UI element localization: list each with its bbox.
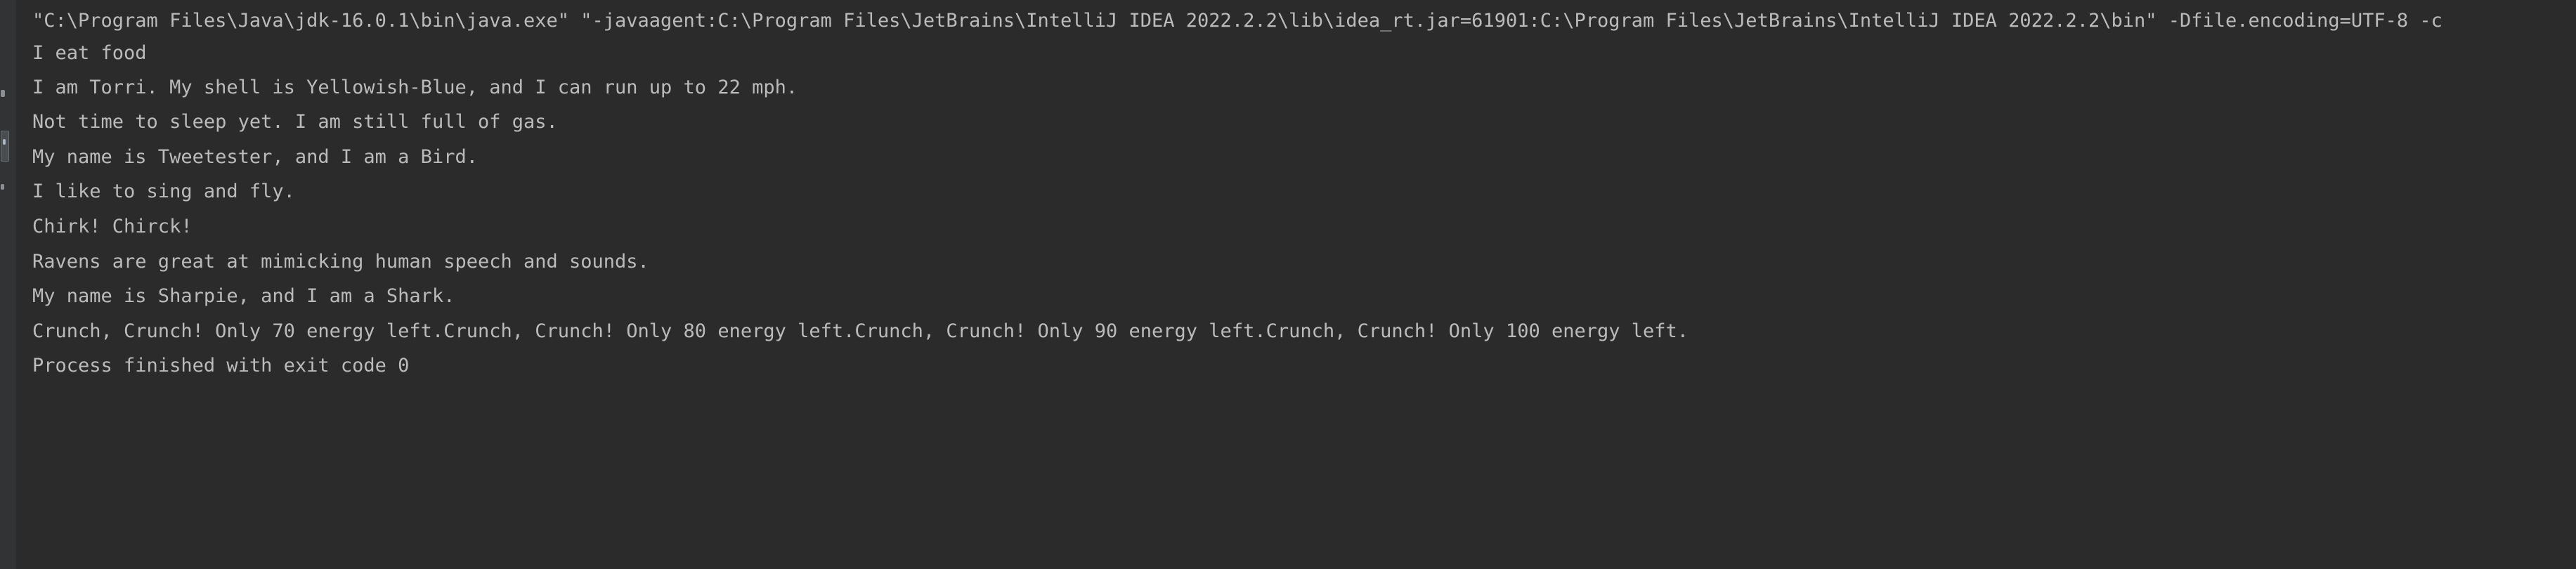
output-line: I like to sing and fly. [32,181,295,202]
gutter-marker-icon[interactable] [1,90,5,97]
output-line: I eat food [32,42,147,64]
output-line: My name is Sharpie, and I am a Shark. [32,285,455,307]
gutter-marker-icon[interactable] [1,184,4,190]
console-gutter [0,0,15,569]
command-line: "C:\Program Files\Java\jdk-16.0.1\bin\ja… [32,10,2442,32]
gutter-marker-icon [3,139,6,145]
console-output[interactable]: "C:\Program Files\Java\jdk-16.0.1\bin\ja… [32,0,2576,569]
run-console-window: "C:\Program Files\Java\jdk-16.0.1\bin\ja… [0,0,2576,569]
output-line: My name is Tweetester, and I am a Bird. [32,146,478,168]
scroll-thumb[interactable] [1,131,9,162]
exit-message: Process finished with exit code 0 [32,355,410,377]
output-line: I am Torri. My shell is Yellowish-Blue, … [32,77,798,98]
output-line: Ravens are great at mimicking human spee… [32,251,649,273]
output-line: Chirk! Chirck! [32,216,193,237]
output-line: Crunch, Crunch! Only 70 energy left.Crun… [32,320,1689,342]
output-line: Not time to sleep yet. I am still full o… [32,111,558,133]
